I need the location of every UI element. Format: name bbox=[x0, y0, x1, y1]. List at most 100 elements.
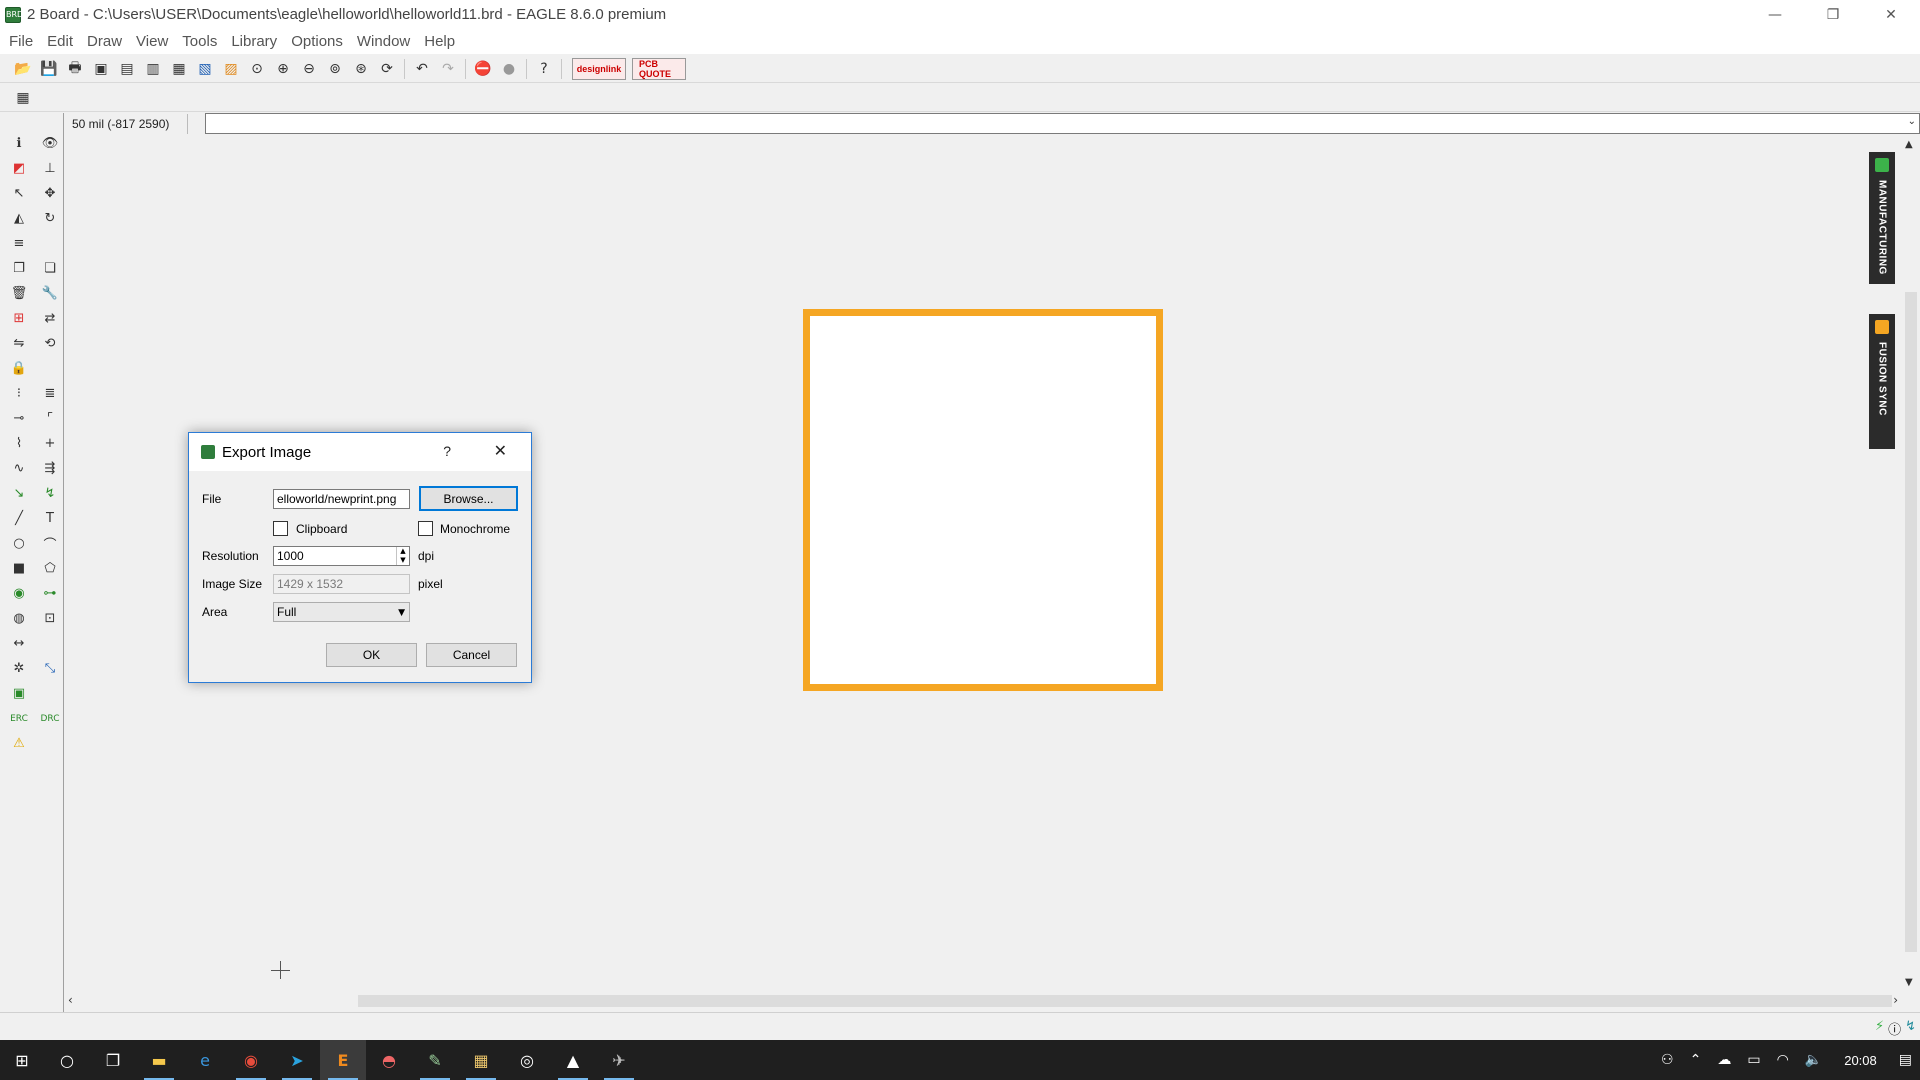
vertical-scrollbar[interactable]: ▲ ▼ bbox=[1902, 137, 1920, 990]
mirror-icon[interactable]: ◭ bbox=[8, 208, 30, 229]
copy-icon[interactable]: ❐ bbox=[8, 258, 30, 279]
name-icon[interactable]: ⁝ bbox=[8, 383, 30, 404]
zoom-in-icon[interactable]: ⊕ bbox=[270, 58, 296, 80]
layer-icon[interactable]: ▧ bbox=[192, 58, 218, 80]
drc-icon[interactable]: DRC bbox=[39, 708, 61, 729]
menu-edit[interactable]: Edit bbox=[40, 33, 80, 50]
lock-icon[interactable]: 🔒 bbox=[8, 358, 30, 379]
wifi-icon[interactable]: ◠ bbox=[1769, 1052, 1797, 1068]
zoom-out-icon[interactable]: ⊖ bbox=[296, 58, 322, 80]
chevron-up-icon[interactable]: ⌃ bbox=[1682, 1052, 1710, 1068]
go-icon[interactable]: ● bbox=[496, 58, 522, 80]
clipboard-checkbox[interactable] bbox=[273, 521, 288, 536]
optimize-icon[interactable]: + bbox=[39, 433, 61, 454]
eagle-icon[interactable]: E bbox=[320, 1040, 366, 1080]
clock[interactable]: 20:08 bbox=[1830, 1053, 1891, 1068]
polygon-icon[interactable]: ⬠ bbox=[39, 558, 61, 579]
horizontal-scroll-thumb[interactable] bbox=[358, 995, 1892, 1007]
minimize-button[interactable]: — bbox=[1746, 0, 1804, 29]
hole-icon[interactable]: ◍ bbox=[8, 608, 30, 629]
open-icon[interactable]: 📂 bbox=[10, 58, 36, 80]
route-icon[interactable]: ↘ bbox=[8, 483, 30, 504]
cam-icon[interactable]: ▣ bbox=[88, 58, 114, 80]
arc-icon[interactable]: ⌒ bbox=[39, 533, 61, 554]
menu-help[interactable]: Help bbox=[417, 33, 462, 50]
mark-icon[interactable]: ⊥ bbox=[39, 158, 61, 179]
via-icon[interactable]: ◉ bbox=[8, 583, 30, 604]
meander-icon[interactable]: ∿ bbox=[8, 458, 30, 479]
rect-icon[interactable]: ■ bbox=[8, 558, 30, 579]
notes-icon[interactable]: ▦ bbox=[458, 1040, 504, 1080]
menu-window[interactable]: Window bbox=[350, 33, 417, 50]
redraw-icon[interactable]: ⟳ bbox=[374, 58, 400, 80]
signal-icon[interactable]: ⊶ bbox=[39, 583, 61, 604]
erc-icon[interactable]: ERC bbox=[8, 708, 30, 729]
resolution-spinner-arrows[interactable]: ▲ ▼ bbox=[396, 547, 409, 565]
help-icon[interactable]: ? bbox=[531, 58, 557, 80]
designlink-button[interactable]: designlink bbox=[572, 58, 626, 80]
smash-icon[interactable]: ⊸ bbox=[8, 408, 30, 429]
chrome-icon[interactable]: ◉ bbox=[228, 1040, 274, 1080]
stop-status-icon[interactable]: ⓘ bbox=[1888, 1019, 1901, 1038]
telegram-icon[interactable]: ➤ bbox=[274, 1040, 320, 1080]
eagle2-icon[interactable]: ✈ bbox=[596, 1040, 642, 1080]
file-explorer-icon[interactable]: ▬ bbox=[136, 1040, 182, 1080]
dimension-icon[interactable]: ↔ bbox=[8, 633, 30, 654]
close-button[interactable]: ✕ bbox=[1862, 0, 1920, 29]
display-icon[interactable]: ◩ bbox=[8, 158, 30, 179]
command-input[interactable]: ⌄ bbox=[205, 113, 1920, 134]
zoom-select-icon[interactable]: ⊚ bbox=[322, 58, 348, 80]
scroll-right-icon[interactable]: › bbox=[1893, 993, 1898, 1007]
dialog-help-button[interactable]: ? bbox=[443, 443, 451, 459]
scroll-up-icon[interactable]: ▲ bbox=[1905, 139, 1913, 150]
align-icon[interactable]: ≡ bbox=[8, 233, 30, 254]
area-select[interactable]: Full ▼ bbox=[273, 602, 410, 622]
circle-icon[interactable]: ○ bbox=[8, 533, 30, 554]
diff-pair-icon[interactable]: ⇶ bbox=[39, 458, 61, 479]
command-history-dropdown-icon[interactable]: ⌄ bbox=[1908, 116, 1916, 127]
autorouter-icon[interactable]: ⤡ bbox=[39, 658, 61, 679]
print-icon[interactable]: 🖶 bbox=[62, 58, 88, 80]
notification-icon[interactable]: ▤ bbox=[1891, 1052, 1920, 1068]
ulp-icon[interactable]: ▥ bbox=[140, 58, 166, 80]
menu-view[interactable]: View bbox=[129, 33, 175, 50]
people-icon[interactable]: ⚇ bbox=[1653, 1052, 1682, 1068]
dialog-close-button[interactable]: ✕ bbox=[494, 441, 507, 460]
delete-icon[interactable]: 🗑 bbox=[8, 283, 30, 304]
volume-icon[interactable]: 🔈 bbox=[1797, 1052, 1830, 1068]
swap-icon[interactable]: ⇋ bbox=[8, 333, 30, 354]
resolution-spinbox[interactable]: 1000 ▲ ▼ bbox=[273, 546, 410, 566]
split-icon[interactable]: ⌇ bbox=[8, 433, 30, 454]
menu-draw[interactable]: Draw bbox=[80, 33, 129, 50]
save-icon[interactable]: 💾 bbox=[36, 58, 62, 80]
undo-icon[interactable]: ↶ bbox=[409, 58, 435, 80]
vertical-scroll-thumb[interactable] bbox=[1905, 292, 1917, 952]
replace-icon[interactable]: ⇄ bbox=[39, 308, 61, 329]
ratsnest-icon[interactable]: ✲ bbox=[8, 658, 30, 679]
task-view-icon[interactable]: ❐ bbox=[90, 1040, 136, 1080]
fusion-sync-tab[interactable]: FUSION SYNC bbox=[1869, 314, 1895, 449]
grid-icon[interactable]: ▦ bbox=[166, 58, 192, 80]
script-icon[interactable]: ▤ bbox=[114, 58, 140, 80]
layer-settings-icon[interactable]: ▣ bbox=[8, 683, 30, 704]
rotate-icon[interactable]: ↻ bbox=[39, 208, 61, 229]
horizontal-scrollbar[interactable]: ‹ › bbox=[64, 992, 1902, 1010]
menu-tools[interactable]: Tools bbox=[175, 33, 224, 50]
change-icon[interactable]: ⟲ bbox=[39, 333, 61, 354]
cancel-button[interactable]: Cancel bbox=[426, 643, 517, 667]
pcb-quote-button[interactable]: PCB QUOTE bbox=[632, 58, 686, 80]
attribute-icon[interactable]: ⊡ bbox=[39, 608, 61, 629]
menu-file[interactable]: File bbox=[2, 33, 40, 50]
value-icon[interactable]: ≣ bbox=[39, 383, 61, 404]
grid-settings-icon[interactable]: ▦ bbox=[10, 87, 36, 109]
zoom-fit-icon[interactable]: ⊙ bbox=[244, 58, 270, 80]
wire-icon[interactable]: ╱ bbox=[8, 508, 30, 529]
cortana-icon[interactable]: ○ bbox=[44, 1040, 90, 1080]
paste-icon[interactable]: ❏ bbox=[39, 258, 61, 279]
start-icon[interactable]: ⊞ bbox=[0, 1040, 44, 1080]
manufacturing-tab[interactable]: MANUFACTURING bbox=[1869, 152, 1895, 284]
browse-button[interactable]: Browse... bbox=[419, 486, 518, 511]
restore-button[interactable]: ❐ bbox=[1804, 0, 1862, 29]
add-icon[interactable]: ⊞ bbox=[8, 308, 30, 329]
scroll-down-icon[interactable]: ▼ bbox=[1905, 977, 1913, 988]
